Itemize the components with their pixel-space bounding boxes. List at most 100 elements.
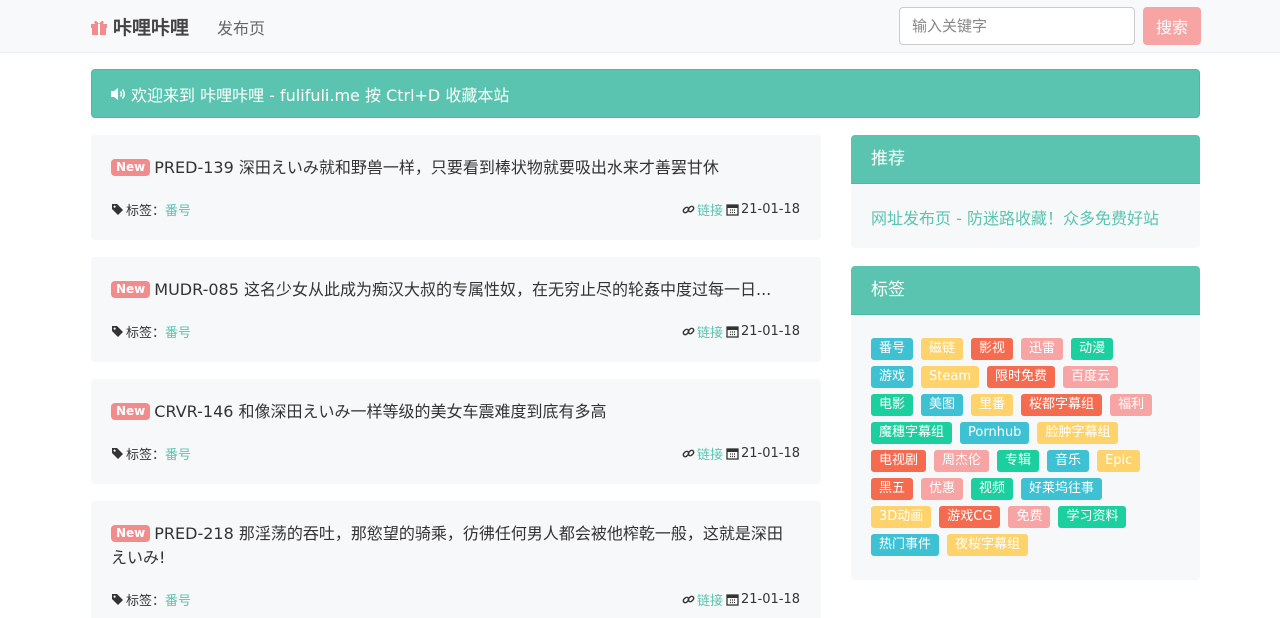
- brand-name: 咔哩咔哩: [113, 17, 190, 39]
- post-date: 21-01-18: [740, 592, 800, 607]
- tag-pill[interactable]: 里番: [971, 394, 1014, 416]
- tags-header: 标签: [851, 266, 1200, 315]
- new-badge: New: [111, 281, 151, 298]
- tag-pill[interactable]: 3D动画: [871, 506, 932, 528]
- tag-pill[interactable]: 游戏CG: [939, 506, 1001, 528]
- tag-pill[interactable]: 视频: [971, 478, 1014, 500]
- tag-pill[interactable]: 优惠: [921, 478, 964, 500]
- link-icon: [682, 327, 695, 336]
- tag-link[interactable]: 番号: [165, 200, 191, 219]
- post-meta: 链接 21-01-18: [682, 444, 800, 463]
- tag-link[interactable]: 番号: [165, 444, 191, 463]
- link-icon: [682, 205, 695, 214]
- tag-row: 电视剧 周杰伦 专辑 音乐 Epic: [871, 450, 1191, 472]
- tag-pill[interactable]: 学习资料: [1058, 506, 1127, 528]
- post-title-link[interactable]: New PRED-218 那淫荡的吞吐，那慾望的骑乘，彷彿任何男人都会被他榨乾一般…: [111, 522, 791, 570]
- post-meta: 链接 21-01-18: [682, 322, 800, 341]
- tag-pill[interactable]: 福利: [1110, 394, 1153, 416]
- calendar-icon: [726, 594, 739, 606]
- new-badge: New: [111, 525, 151, 542]
- post-title: MUDR-085 这名少女从此成为痴汉大叔的专属性奴，在无穷止尽的轮姦中度过每一…: [154, 280, 772, 299]
- post-link[interactable]: 链接: [697, 322, 723, 341]
- tag-pill[interactable]: 音乐: [1047, 450, 1090, 472]
- post-tags: 标签： 番号: [111, 322, 191, 341]
- tag-pill[interactable]: 影视: [971, 338, 1014, 360]
- tag-pill[interactable]: 专辑: [997, 450, 1040, 472]
- post-tags: 标签： 番号: [111, 444, 191, 463]
- alert-text: 欢迎来到 咔哩咔哩 - fulifuli.me 按 Ctrl+D 收藏本站: [131, 85, 510, 105]
- gift-icon: [91, 20, 107, 35]
- tag-pill[interactable]: 好莱坞往事: [1021, 478, 1103, 500]
- tag-pill[interactable]: 番号: [871, 338, 914, 360]
- speaker-icon: [111, 87, 125, 100]
- tag-label: 标签：: [126, 448, 166, 463]
- tags-card: 标签 番号 磁链 影视 迅雷 动漫 游戏 Steam 限时免费 百度云 电影 美图 里番 桜都字幕组 福利…: [851, 266, 1200, 580]
- tag-pill[interactable]: 动漫: [1071, 338, 1114, 360]
- tag-label: 标签：: [126, 594, 166, 609]
- post-date: 21-01-18: [740, 324, 800, 339]
- brand-link[interactable]: 咔哩咔哩: [90, 13, 189, 40]
- post-title: PRED-218 那淫荡的吞吐，那慾望的骑乘，彷彿任何男人都会被他榨乾一般，这就…: [111, 524, 783, 567]
- tag-pill[interactable]: 桜都字幕组: [1021, 394, 1103, 416]
- tag-pill[interactable]: 免费: [1008, 506, 1051, 528]
- tag-pill[interactable]: 百度云: [1063, 366, 1119, 388]
- tag-pill[interactable]: Pornhub: [960, 422, 1030, 444]
- tag-pill[interactable]: 热门事件: [871, 534, 940, 556]
- tag-pill[interactable]: Steam: [921, 366, 979, 388]
- post-card: New PRED-139 深田えいみ就和野兽一样，只要看到棒状物就要吸出水来才善罢…: [91, 135, 821, 240]
- tag-pill[interactable]: 魔穗字幕组: [871, 422, 953, 444]
- post-title-link[interactable]: New PRED-139 深田えいみ就和野兽一样，只要看到棒状物就要吸出水来才善罢…: [111, 156, 791, 180]
- post-card: New MUDR-085 这名少女从此成为痴汉大叔的专属性奴，在无穷止尽的轮姦中度…: [91, 257, 821, 362]
- navbar: 咔哩咔哩 发布页 搜索: [0, 0, 1280, 53]
- tag-pill[interactable]: 黑五: [871, 478, 914, 500]
- tag-pill[interactable]: 游戏: [871, 366, 914, 388]
- post-link[interactable]: 链接: [697, 200, 723, 219]
- tag-pill[interactable]: 限时免费: [987, 366, 1056, 388]
- post-card: New PRED-218 那淫荡的吞吐，那慾望的骑乘，彷彿任何男人都会被他榨乾一般…: [91, 501, 821, 618]
- search-button[interactable]: 搜索: [1143, 7, 1201, 45]
- post-meta: 链接 21-01-18: [682, 200, 800, 219]
- calendar-icon: [726, 448, 739, 460]
- calendar-icon: [726, 204, 739, 216]
- tag-row: 热门事件 夜桜字幕组: [871, 534, 1191, 556]
- post-title-link[interactable]: New MUDR-085 这名少女从此成为痴汉大叔的专属性奴，在无穷止尽的轮姦中度…: [111, 278, 791, 302]
- recommend-card: 推荐 网址发布页 - 防迷路收藏！众多免费好站: [851, 135, 1200, 248]
- post-meta: 链接 21-01-18: [682, 590, 800, 609]
- post-link[interactable]: 链接: [697, 590, 723, 609]
- tag-pill[interactable]: 磁链: [921, 338, 964, 360]
- recommend-link[interactable]: 网址发布页 - 防迷路收藏！众多免费好站: [871, 205, 1159, 229]
- tag-link[interactable]: 番号: [165, 590, 191, 609]
- tag-icon: [112, 326, 123, 337]
- tag-pill[interactable]: 夜桜字幕组: [947, 534, 1029, 556]
- tag-pill[interactable]: 脸肿字幕组: [1037, 422, 1119, 444]
- nav-link-publish[interactable]: 发布页: [217, 15, 265, 39]
- tag-row: 电影 美图 里番 桜都字幕组 福利: [871, 394, 1191, 416]
- tag-cloud: 番号 磁链 影视 迅雷 动漫 游戏 Steam 限时免费 百度云 电影 美图 里番 桜都字幕组 福利 魔穗字…: [871, 338, 1191, 562]
- post-link[interactable]: 链接: [697, 444, 723, 463]
- tag-pill[interactable]: 周杰伦: [934, 450, 990, 472]
- new-badge: New: [111, 403, 151, 420]
- post-date: 21-01-18: [740, 446, 800, 461]
- tag-row: 游戏 Steam 限时免费 百度云: [871, 366, 1191, 388]
- search-input[interactable]: [899, 7, 1135, 45]
- link-icon: [682, 449, 695, 458]
- tag-pill[interactable]: 电影: [871, 394, 914, 416]
- tag-pill[interactable]: 美图: [921, 394, 964, 416]
- post-title: CRVR-146 和像深田えいみ一样等级的美女车震难度到底有多高: [154, 402, 607, 421]
- post-tags: 标签： 番号: [111, 200, 191, 219]
- tag-row: 3D动画 游戏CG 免费 学习资料: [871, 506, 1191, 528]
- link-icon: [682, 595, 695, 604]
- tag-link[interactable]: 番号: [165, 322, 191, 341]
- calendar-icon: [726, 326, 739, 338]
- tag-label: 标签：: [126, 326, 166, 341]
- post-title: PRED-139 深田えいみ就和野兽一样，只要看到棒状物就要吸出水来才善罢甘休: [154, 158, 719, 177]
- tag-pill[interactable]: 迅雷: [1021, 338, 1064, 360]
- welcome-alert: 欢迎来到 咔哩咔哩 - fulifuli.me 按 Ctrl+D 收藏本站: [91, 69, 1200, 118]
- tag-row: 番号 磁链 影视 迅雷 动漫: [871, 338, 1191, 360]
- new-badge: New: [111, 159, 151, 176]
- tag-label: 标签：: [126, 204, 166, 219]
- tag-row: 魔穗字幕组 Pornhub 脸肿字幕组: [871, 422, 1191, 444]
- post-title-link[interactable]: New CRVR-146 和像深田えいみ一样等级的美女车震难度到底有多高: [111, 400, 791, 424]
- tag-pill[interactable]: 电视剧: [871, 450, 927, 472]
- tag-pill[interactable]: Epic: [1097, 450, 1141, 472]
